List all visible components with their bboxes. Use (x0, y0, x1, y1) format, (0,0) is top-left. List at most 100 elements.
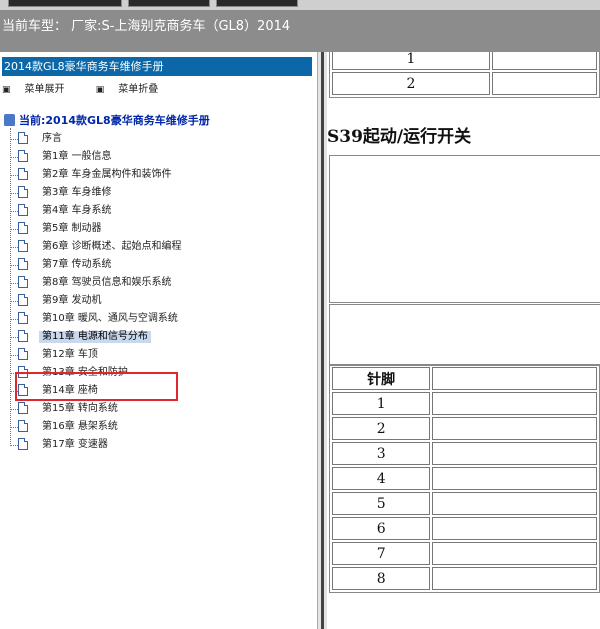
tree-connector (10, 139, 18, 140)
tree-item-label[interactable]: 第7章 传动系统 (42, 259, 112, 271)
document-icon (18, 330, 28, 342)
document-icon (18, 150, 28, 162)
pin-row: 2 (332, 417, 597, 440)
toolbar-button-1[interactable] (8, 0, 122, 7)
pin-row: 5 (332, 492, 597, 515)
pin-header-cell: 针脚 (332, 367, 431, 390)
pin-number-cell: 1 (332, 392, 431, 415)
tree-connector (10, 337, 18, 338)
pin-description-cell (432, 442, 597, 465)
tree-connector (10, 211, 18, 212)
book-icon (4, 114, 15, 126)
section-title: S39起动/运行开关 (327, 127, 472, 147)
tree-connector (10, 283, 18, 284)
pin-description-cell (432, 492, 597, 515)
pin-description-cell (432, 467, 597, 490)
expand-menu-button[interactable]: ▣ 菜单展开 (2, 84, 79, 95)
table-cell: 1 (332, 52, 490, 70)
document-icon (18, 186, 28, 198)
pin-row: 7 (332, 542, 597, 565)
pin-number-cell: 8 (332, 567, 431, 590)
content-pane: 12 S39起动/运行开关 针脚 12345678 (327, 52, 600, 629)
toolbar (0, 0, 600, 10)
pin-description-cell (432, 567, 597, 590)
tree-connector (10, 229, 18, 230)
tree-item-label[interactable]: 第15章 转向系统 (42, 403, 118, 415)
expand-menu-label: 菜单展开 (24, 84, 65, 95)
pin-description-cell (432, 517, 597, 540)
tree-item-label[interactable]: 第16章 悬架系统 (42, 421, 118, 433)
tree-connector (10, 265, 18, 266)
document-icon (18, 168, 28, 180)
tree-item-label[interactable]: 第6章 诊断概述、起始点和编程 (42, 241, 182, 253)
pin-table-header: 针脚 (332, 367, 597, 390)
pin-row: 8 (332, 567, 597, 590)
menu-toggles: ▣ 菜单展开 ▣ 菜单折叠 (2, 80, 186, 95)
vehicle-bar: 当前车型： 厂家:S-上海别克商务车（GL8）2014 (0, 10, 600, 52)
pin-row: 3 (332, 442, 597, 465)
table-cell: 2 (332, 72, 490, 95)
tree-item-label[interactable]: 第9章 发动机 (42, 295, 102, 307)
connector-image-frame-2 (329, 304, 600, 366)
tree-connector (10, 175, 18, 176)
collapse-menu-button[interactable]: ▣ 菜单折叠 (96, 84, 173, 95)
collapse-menu-label: 菜单折叠 (118, 84, 159, 95)
pin-desc-header-cell (432, 367, 597, 390)
toolbar-button-2[interactable] (128, 0, 210, 7)
tree-connector (10, 427, 18, 428)
tree-connector (10, 319, 18, 320)
document-icon (18, 348, 28, 360)
tree-item-label[interactable]: 第11章 电源和信号分布 (39, 331, 151, 343)
pin-number-cell: 7 (332, 542, 431, 565)
tree-connector (10, 247, 18, 248)
table-row: 2 (332, 72, 597, 95)
document-icon (18, 402, 28, 414)
tree-connector (10, 445, 18, 446)
document-icon (18, 420, 28, 432)
pin-number-cell: 3 (332, 442, 431, 465)
vehicle-label: 当前车型： 厂家:S-上海别克商务车（GL8）2014 (2, 19, 291, 34)
tree-connector (10, 157, 18, 158)
tree-root-label: 当前:2014款GL8豪华商务车维修手册 (19, 114, 210, 127)
pin-number-cell: 4 (332, 467, 431, 490)
toolbar-button-3[interactable] (216, 0, 298, 7)
pin-description-cell (432, 417, 597, 440)
document-icon (18, 258, 28, 270)
pin-row: 1 (332, 392, 597, 415)
top-table: 12 (329, 52, 600, 98)
table-cell (491, 52, 597, 70)
pin-number-cell: 2 (332, 417, 431, 440)
tree-item-label[interactable]: 第4章 车身系统 (42, 205, 112, 217)
document-icon (18, 222, 28, 234)
pin-number-cell: 5 (332, 492, 431, 515)
collapse-icon: ▣ (95, 85, 105, 95)
tree-connector (10, 301, 18, 302)
manual-title[interactable]: 2014款GL8豪华商务车维修手册 (2, 57, 312, 76)
pin-row: 4 (332, 467, 597, 490)
tree-item-label[interactable]: 序言 (42, 133, 62, 145)
expand-icon: ▣ (2, 85, 11, 95)
tree-connector (10, 355, 18, 356)
tree-item-label[interactable]: 第5章 制动器 (42, 223, 102, 235)
pin-number-cell: 6 (332, 517, 431, 540)
pin-description-cell (432, 392, 597, 415)
document-icon (18, 294, 28, 306)
document-icon (18, 240, 28, 252)
highlight-box (15, 372, 178, 401)
tree-item-label[interactable]: 第10章 暖风、通风与空调系统 (42, 313, 178, 325)
document-icon (18, 276, 28, 288)
connector-image-frame (329, 155, 600, 303)
tree-root[interactable]: 当前:2014款GL8豪华商务车维修手册 (4, 112, 210, 128)
tree-item-label[interactable]: 第2章 车身金属构件和装饰件 (42, 169, 172, 181)
pin-table: 针脚 12345678 (329, 364, 600, 593)
document-icon (18, 204, 28, 216)
tree-connector (10, 193, 18, 194)
document-icon (18, 132, 28, 144)
tree-item-label[interactable]: 第3章 车身维修 (42, 187, 112, 199)
tree-item-label[interactable]: 第17章 变速器 (42, 439, 108, 451)
tree-item-label[interactable]: 第1章 一般信息 (42, 151, 112, 163)
tree-item-label[interactable]: 第12章 车顶 (42, 349, 98, 361)
tree-item-label[interactable]: 第8章 驾驶员信息和娱乐系统 (42, 277, 172, 289)
sidebar: 2014款GL8豪华商务车维修手册 ▣ 菜单展开 ▣ 菜单折叠 当前:2014款GL… (0, 52, 317, 629)
document-icon (18, 438, 28, 450)
